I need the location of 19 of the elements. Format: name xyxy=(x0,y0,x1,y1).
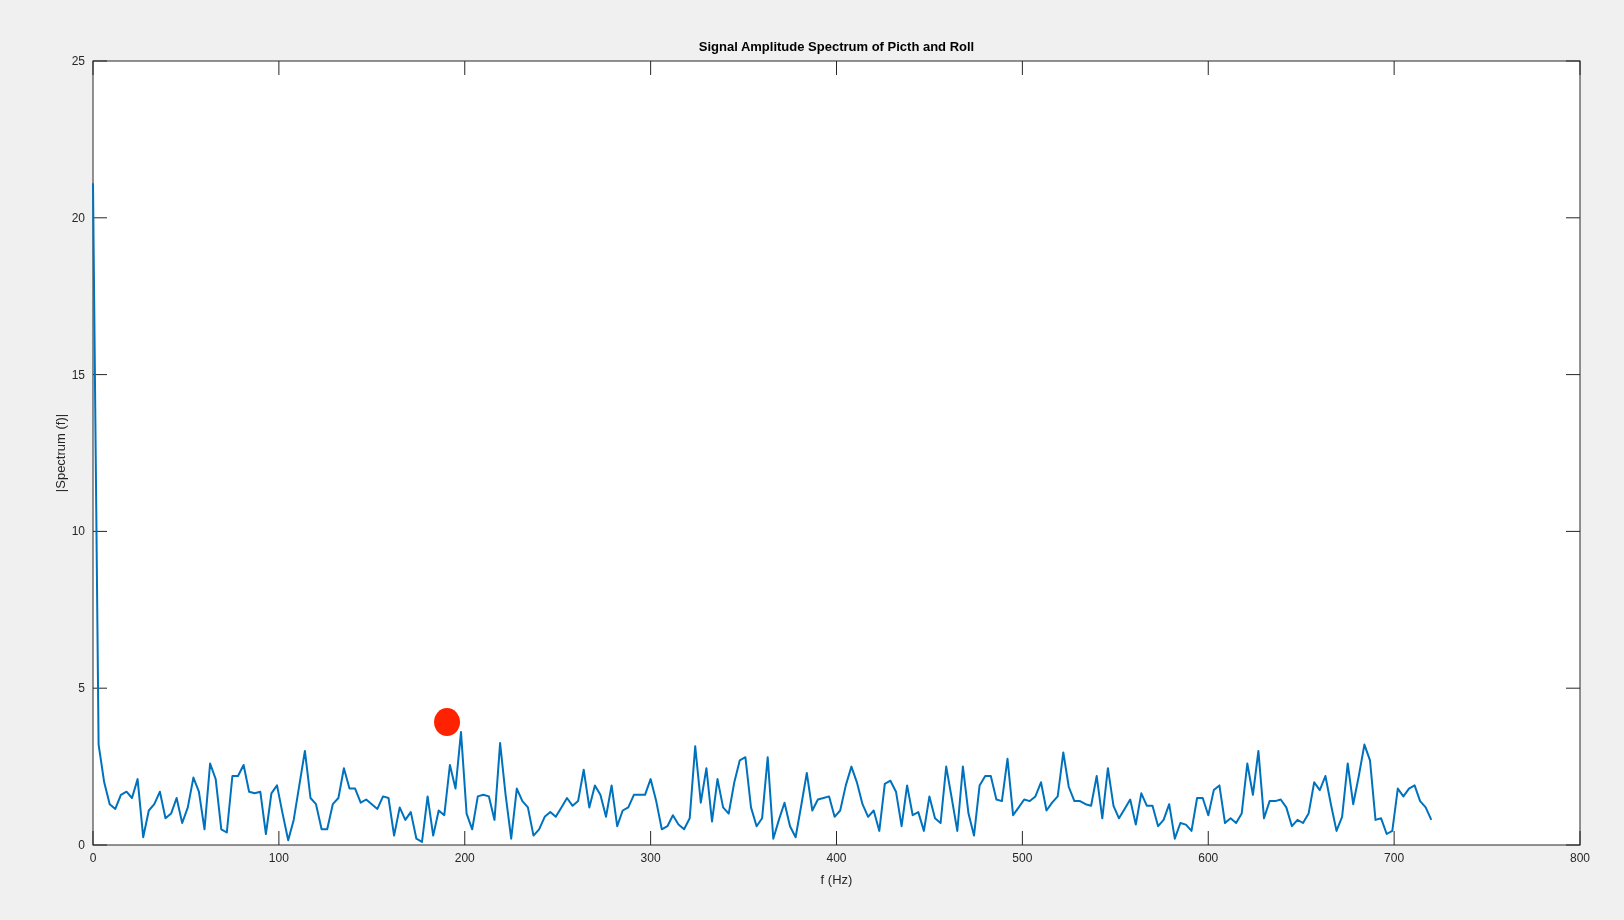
tick-label: 100 xyxy=(268,851,289,865)
tick-label: 600 xyxy=(1198,851,1219,865)
tick-label: 300 xyxy=(640,851,661,865)
tick-label: 800 xyxy=(1570,851,1590,865)
tick-label: 0 xyxy=(78,838,85,852)
tick-label: 20 xyxy=(71,210,85,225)
tick-label: 400 xyxy=(826,851,847,865)
data-point-marker xyxy=(434,708,461,737)
tick-label: 5 xyxy=(78,681,85,696)
tick-label: 10 xyxy=(71,524,85,539)
axis-label: f (Hz) xyxy=(820,872,853,887)
tick-label: 200 xyxy=(454,851,475,865)
axis-label: |Spectrum (f)| xyxy=(53,413,68,493)
tick-label: 0 xyxy=(89,851,97,865)
chart-title: Signal Amplitude Spectrum of Picth and Roll xyxy=(698,39,975,54)
tick-label: 25 xyxy=(71,54,85,68)
tick-label: 500 xyxy=(1012,851,1033,865)
tick-label: 700 xyxy=(1384,851,1405,865)
tick-label: 15 xyxy=(71,367,85,382)
